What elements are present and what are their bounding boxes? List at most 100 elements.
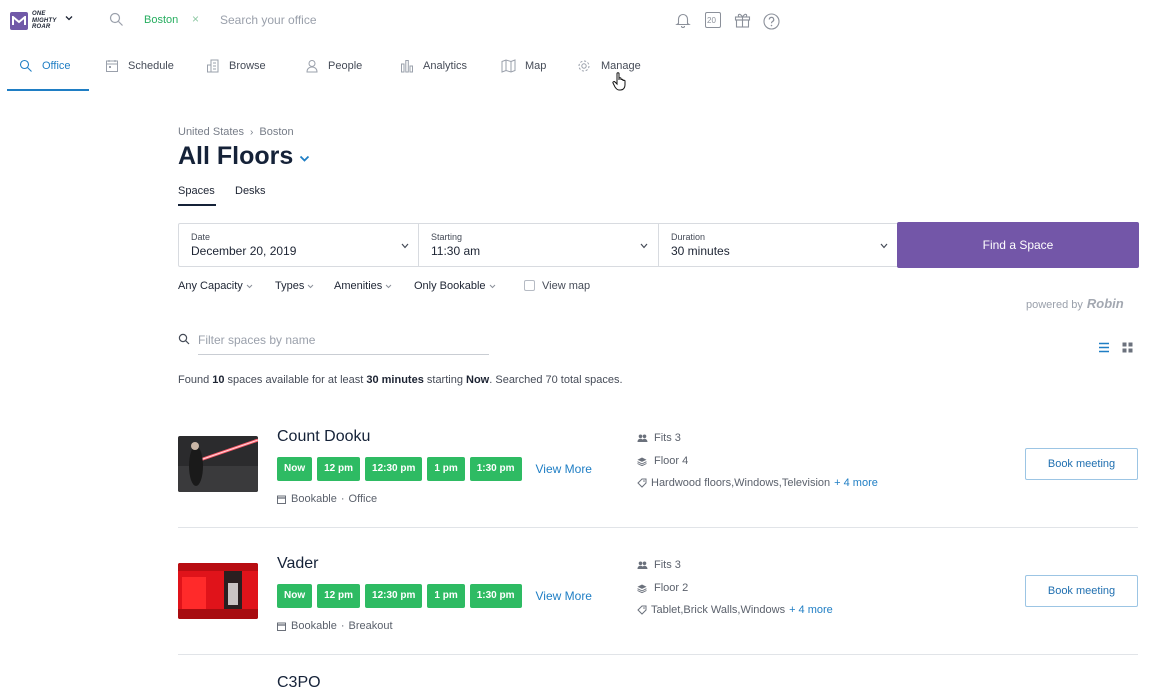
space-name[interactable]: Vader (277, 555, 319, 573)
nav-label: Office (42, 60, 71, 72)
subtab-indicator (178, 204, 216, 206)
office-search-input[interactable] (220, 13, 520, 27)
chevron-down-icon (640, 243, 648, 249)
nav-browse[interactable]: Browse (206, 59, 266, 90)
nav-label: People (328, 60, 363, 72)
space-type: Breakout (348, 620, 393, 632)
breadcrumb-separator: › (250, 126, 254, 138)
time-slot-button[interactable]: 1 pm (427, 457, 465, 481)
building-icon (207, 59, 219, 73)
bell-icon[interactable] (675, 12, 691, 28)
book-meeting-button[interactable]: Book meeting (1025, 575, 1138, 607)
bar-chart-icon (401, 60, 413, 73)
calendar-icon (277, 622, 286, 631)
start-time-select[interactable]: Starting 11:30 am (418, 224, 658, 266)
search-icon[interactable] (109, 12, 124, 27)
time-slot-button[interactable]: 12:30 pm (365, 584, 423, 608)
time-slot-button[interactable]: 1:30 pm (469, 584, 522, 608)
time-slots: Now 12 pm 12:30 pm 1 pm 1:30 pm View Mor… (277, 584, 592, 608)
filter-spaces-input[interactable] (198, 331, 489, 355)
breadcrumb-country[interactable]: United States (178, 126, 244, 138)
view-more-link[interactable]: View More (536, 584, 592, 608)
help-icon[interactable] (763, 13, 780, 30)
duration-select[interactable]: Duration 30 minutes (658, 224, 898, 266)
amenities-list: Tablet,Brick Walls,Windows (651, 604, 786, 616)
summary-text: spaces available for at least (224, 374, 367, 386)
time-slot-button[interactable]: 12 pm (317, 457, 361, 481)
powered-by: powered by Robin (1026, 296, 1124, 311)
location-chip[interactable]: Boston (144, 14, 178, 26)
space-row: Count Dooku Now 12 pm 12:30 pm 1 pm 1:30… (178, 428, 1138, 564)
types-filter[interactable]: Types (275, 280, 314, 292)
view-map-label[interactable]: View map (542, 280, 590, 292)
calendar-icon[interactable]: 20 (705, 12, 721, 28)
tag-icon (637, 478, 647, 488)
brand-name: ONE MIGHTY ROAR (32, 11, 57, 30)
brand-logo[interactable] (10, 12, 28, 30)
meta-separator: · (340, 493, 345, 505)
floor-label: Floor 2 (654, 582, 689, 594)
time-slot-button[interactable]: 12 pm (317, 584, 361, 608)
search-icon (178, 333, 190, 345)
nav-map[interactable]: Map (501, 59, 547, 90)
search-icon (19, 59, 32, 72)
gift-icon[interactable] (734, 12, 751, 28)
nav-schedule[interactable]: Schedule (105, 60, 174, 90)
nav-label: Map (525, 60, 547, 72)
main-nav: Office Schedule Browse People Analytics … (0, 52, 1163, 92)
breadcrumb: United States › Boston (178, 126, 294, 138)
types-filter-label: Types (275, 280, 305, 292)
view-map-checkbox[interactable] (524, 280, 535, 291)
list-view-icon[interactable] (1098, 342, 1110, 353)
fits-label: Fits 3 (654, 432, 681, 444)
floor-row: Floor 2 (637, 582, 688, 594)
schedule-icon (106, 60, 118, 72)
view-more-link[interactable]: View More (536, 457, 592, 481)
map-icon (501, 59, 516, 73)
summary-text: Found (178, 374, 213, 386)
space-name[interactable]: Count Dooku (277, 428, 370, 446)
starting-value: 11:30 am (431, 244, 481, 258)
chevron-down-icon (385, 284, 392, 289)
time-slot-button[interactable]: 1 pm (427, 584, 465, 608)
nav-office[interactable]: Office (19, 59, 71, 90)
more-amenities-link[interactable]: + 4 more (834, 477, 878, 489)
date-select[interactable]: Date December 20, 2019 (179, 224, 419, 266)
bookable-filter-label: Only Bookable (414, 280, 486, 292)
time-slot-button[interactable]: 12:30 pm (365, 457, 423, 481)
space-photo[interactable] (178, 563, 258, 619)
floor-selector[interactable]: All Floors (178, 142, 310, 171)
capacity-filter[interactable]: Any Capacity (178, 280, 253, 292)
chevron-down-icon[interactable] (65, 14, 73, 22)
bookable-label: Bookable (291, 620, 337, 632)
nav-analytics[interactable]: Analytics (400, 60, 467, 90)
more-amenities-link[interactable]: + 4 more (789, 604, 833, 616)
robin-logo: Robin (1086, 296, 1124, 311)
layers-icon (637, 457, 647, 466)
summary-text: starting (423, 374, 467, 386)
amenities-filter[interactable]: Amenities (334, 280, 392, 292)
nav-manage[interactable]: Manage (577, 60, 641, 90)
find-space-button[interactable]: Find a Space (897, 222, 1139, 268)
chevron-down-icon (246, 284, 253, 289)
top-bar: ONEMIGHTYROAR Boston × 20 (0, 0, 1163, 42)
tab-spaces[interactable]: Spaces (178, 185, 215, 197)
space-name[interactable]: C3PO (277, 674, 321, 688)
space-row: Vader Now 12 pm 12:30 pm 1 pm 1:30 pm Vi… (178, 555, 1138, 688)
grid-view-icon[interactable] (1122, 342, 1133, 353)
nav-people[interactable]: People (305, 60, 362, 90)
bookable-filter[interactable]: Only Bookable (414, 280, 496, 292)
clear-location-icon[interactable]: × (192, 12, 199, 26)
chevron-down-icon (308, 284, 314, 289)
date-label: Date (191, 232, 211, 242)
summary-text: . Searched 70 total spaces. (489, 374, 623, 386)
time-slot-button[interactable]: 1:30 pm (469, 457, 522, 481)
space-photo[interactable] (178, 436, 258, 492)
breadcrumb-city[interactable]: Boston (259, 126, 293, 138)
tab-desks[interactable]: Desks (235, 185, 266, 197)
time-slot-button[interactable]: Now (277, 457, 313, 481)
chevron-down-icon (880, 243, 888, 249)
book-meeting-button[interactable]: Book meeting (1025, 448, 1138, 480)
time-slot-button[interactable]: Now (277, 584, 313, 608)
active-tab-indicator (7, 89, 89, 91)
